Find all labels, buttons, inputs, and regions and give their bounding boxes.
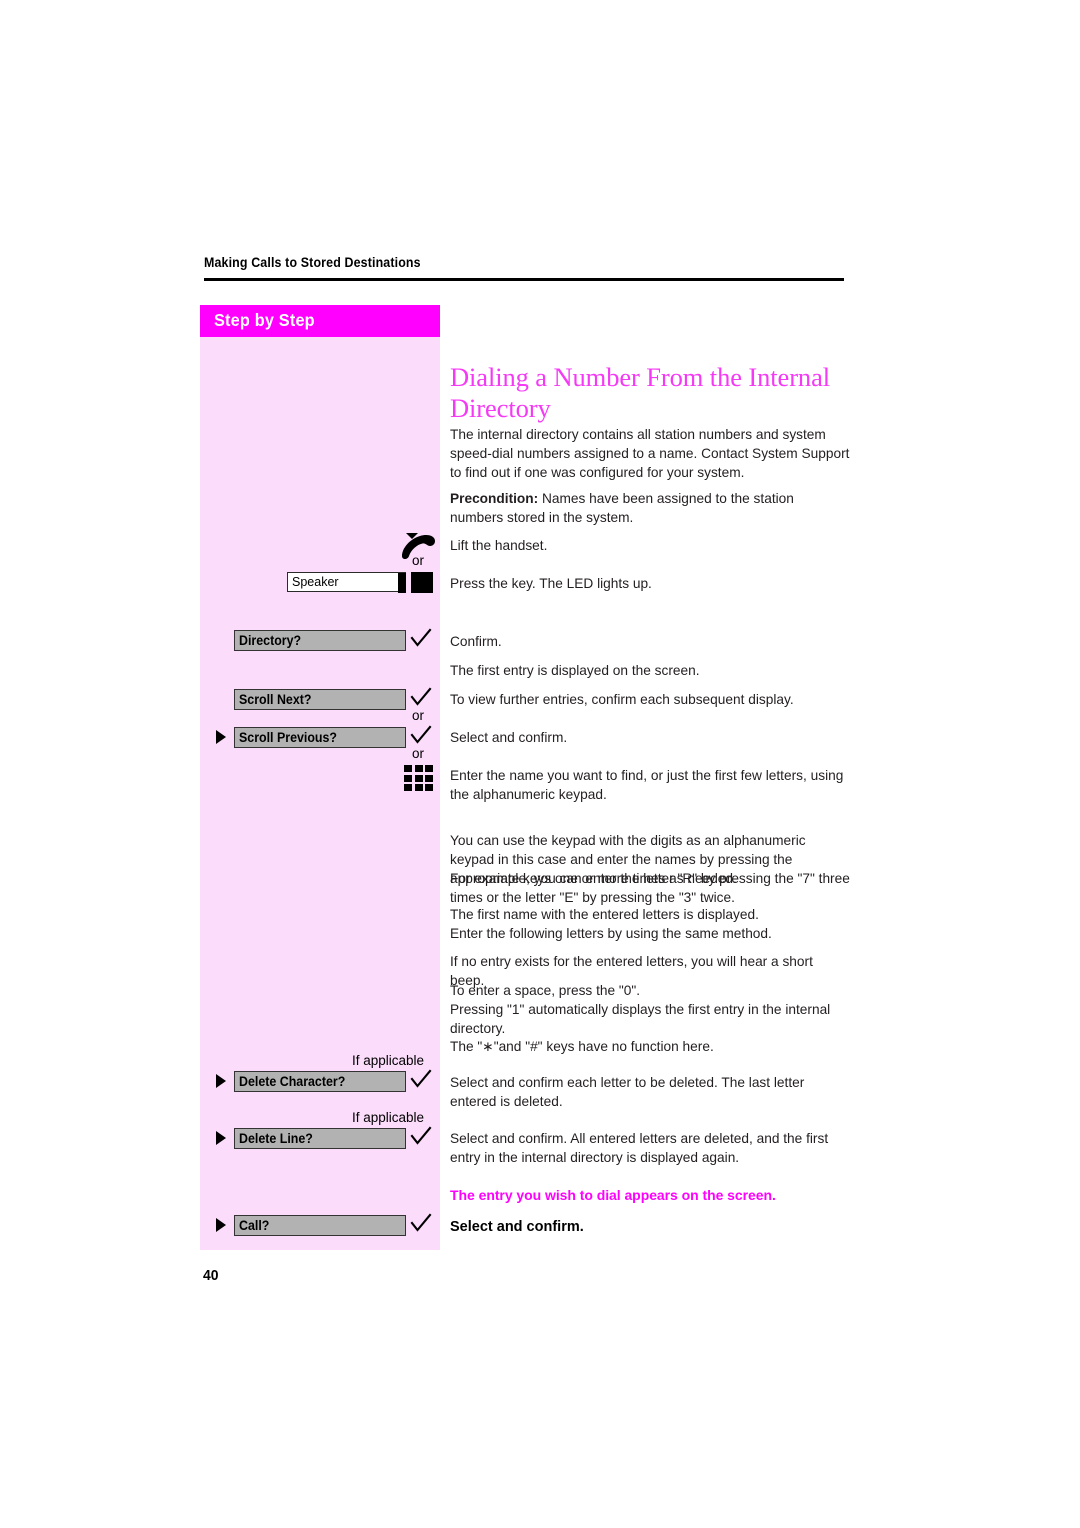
option-delete-character-label: Delete Character? (239, 1074, 346, 1089)
if-applicable-label-1: If applicable (351, 1053, 424, 1068)
press-key-text: Press the key. The LED lights up. (450, 576, 652, 591)
star-hash-keys-text: The "∗"and "#" keys have no function her… (450, 1039, 714, 1054)
running-head: Making Calls to Stored Destinations (204, 255, 421, 270)
key-edge-marker (397, 572, 406, 593)
option-scroll-next[interactable]: Scroll Next? (234, 689, 406, 710)
confirm-text: Confirm. (450, 634, 502, 649)
page-title: Dialing a Number From the Internal Direc… (450, 361, 831, 423)
option-directory-label: Directory? (239, 633, 302, 648)
speaker-key-label: Speaker (292, 575, 339, 589)
delete-line-description: Select and confirm. All entered letters … (450, 1131, 829, 1165)
manual-page: Making Calls to Stored Destinations Step… (0, 0, 1080, 1528)
enter-name-text: Enter the name you want to find, or just… (450, 768, 844, 802)
delete-character-description: Select and confirm each letter to be del… (450, 1075, 805, 1109)
select-confirm-text: Select and confirm. (450, 730, 568, 745)
option-scroll-previous[interactable]: Scroll Previous? (234, 727, 406, 748)
led-indicator (411, 572, 433, 593)
confirm-check-icon-scroll-next[interactable] (410, 687, 432, 709)
step-by-step-label: Step by Step (214, 310, 315, 330)
keypad-example-text: For example, you can enter the letter "R… (450, 871, 850, 905)
option-call[interactable]: Call? (234, 1215, 406, 1236)
first-name-shown-text: The first name with the entered letters … (450, 907, 759, 922)
select-arrow-delete-line (216, 1131, 226, 1145)
option-directory[interactable]: Directory? (234, 630, 406, 651)
option-delete-line[interactable]: Delete Line? (234, 1128, 406, 1149)
select-arrow-call (216, 1218, 226, 1232)
confirm-check-icon-delete-line[interactable] (410, 1126, 432, 1148)
option-delete-line-label: Delete Line? (239, 1131, 313, 1146)
first-entry-text: The first entry is displayed on the scre… (450, 663, 700, 678)
if-applicable-label-2: If applicable (351, 1110, 424, 1125)
alphanumeric-keypad-icon (404, 765, 434, 793)
entry-appears-callout: The entry you wish to dial appears on th… (450, 1187, 776, 1203)
space-key-text: To enter a space, press the "0". (450, 983, 641, 998)
option-scroll-previous-label: Scroll Previous? (239, 730, 338, 745)
intro-paragraph: The internal directory contains all stat… (450, 427, 850, 480)
confirm-check-icon-scroll-previous[interactable] (410, 725, 432, 747)
confirm-check-icon-directory[interactable] (410, 628, 432, 650)
view-further-text: To view further entries, confirm each su… (450, 692, 794, 707)
or-label-2: or (411, 708, 424, 723)
option-scroll-next-label: Scroll Next? (239, 692, 312, 707)
select-arrow-delete-character (216, 1074, 226, 1088)
option-delete-character[interactable]: Delete Character? (234, 1071, 406, 1092)
select-arrow-scroll-previous (216, 730, 226, 744)
precondition-label: Precondition: (450, 491, 539, 506)
confirm-check-icon-delete-character[interactable] (410, 1069, 432, 1091)
page-number: 40 (203, 1267, 219, 1284)
option-call-label: Call? (239, 1218, 270, 1233)
or-label-1: or (411, 553, 424, 568)
one-key-text: Pressing "1" automatically displays the … (450, 1002, 831, 1036)
select-confirm-bold-text: Select and confirm. (450, 1219, 584, 1235)
or-label-3: or (411, 746, 424, 761)
header-divider (204, 278, 844, 281)
speaker-key[interactable]: Speaker (287, 572, 406, 593)
following-letters-text: Enter the following letters by using the… (450, 926, 772, 941)
precondition-paragraph: Precondition: Names have been assigned t… (450, 489, 850, 527)
confirm-check-icon-call[interactable] (410, 1213, 432, 1235)
lift-handset-text: Lift the handset. (450, 538, 548, 553)
